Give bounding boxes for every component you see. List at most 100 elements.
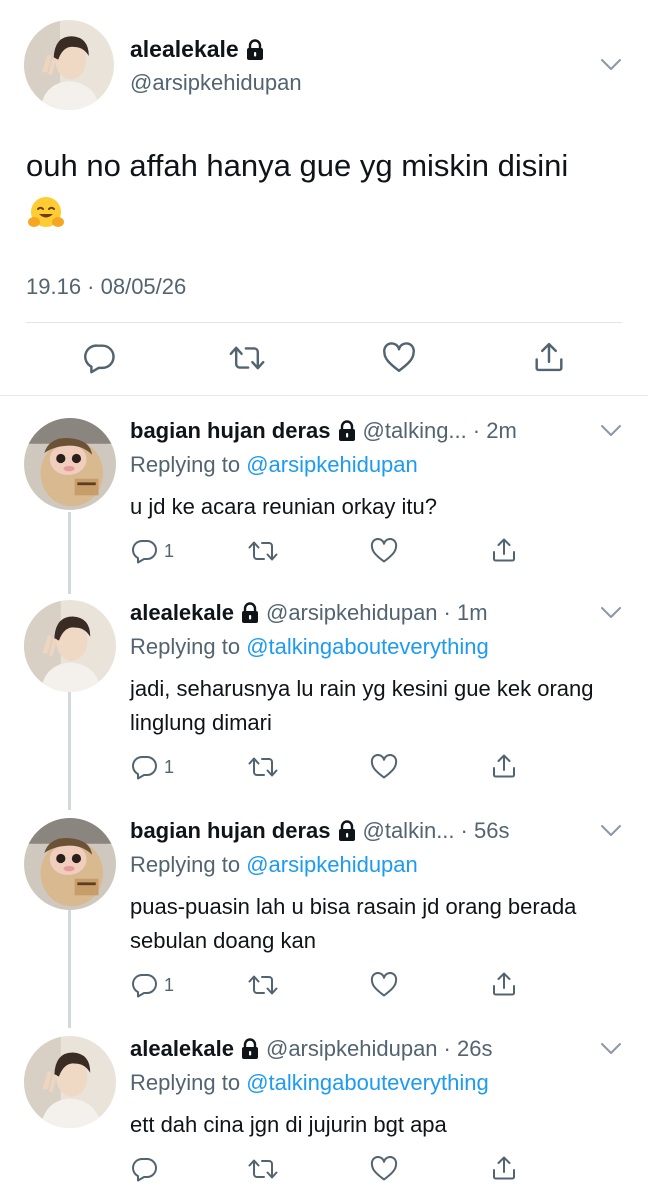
tweet-emoji xyxy=(26,194,66,234)
reply-count: 1 xyxy=(164,540,175,561)
display-name[interactable]: bagian hujan deras xyxy=(130,818,331,844)
share-icon xyxy=(491,970,517,998)
display-name[interactable]: alealekale xyxy=(130,36,239,63)
thread-line xyxy=(68,910,71,1028)
reply-text: jadi, seharusnya lu rain yg kesini gue k… xyxy=(130,676,594,735)
replying-prefix: Replying to xyxy=(130,452,241,477)
like-button[interactable] xyxy=(370,1156,398,1182)
reply-count: 1 xyxy=(164,974,175,995)
reply-button[interactable] xyxy=(84,342,116,374)
reply-time[interactable]: · 1m xyxy=(444,600,488,626)
display-name[interactable]: alealekale xyxy=(130,1036,234,1062)
author-handle[interactable]: @arsipkehidupan xyxy=(266,1036,438,1062)
reply-time[interactable]: · 26s xyxy=(444,1036,493,1062)
retweet-icon xyxy=(248,972,278,998)
like-button[interactable] xyxy=(370,538,398,564)
like-icon xyxy=(370,538,398,564)
tweet-body: ouh no affah hanya gue yg miskin disini xyxy=(26,148,569,183)
reply-time[interactable]: · 2m xyxy=(473,418,517,444)
divider xyxy=(0,395,648,396)
replying-to-link[interactable]: @talkingabouteverything xyxy=(246,634,488,659)
replying-to: Replying to @talkingabouteverything xyxy=(130,634,489,660)
replying-to-link[interactable]: @talkingabouteverything xyxy=(246,1070,488,1095)
replying-to: Replying to @talkingabouteverything xyxy=(130,1070,489,1096)
replying-to-link[interactable]: @arsipkehidupan xyxy=(246,452,418,477)
like-icon xyxy=(382,342,416,374)
like-button[interactable] xyxy=(370,754,398,780)
replying-to: Replying to @arsipkehidupan xyxy=(130,452,418,478)
avatar[interactable] xyxy=(24,1036,116,1128)
comment-icon xyxy=(84,342,116,374)
reply-button[interactable]: 1 xyxy=(132,754,174,780)
retweet-button[interactable] xyxy=(248,972,278,998)
share-icon xyxy=(491,536,517,564)
retweet-button[interactable] xyxy=(248,538,278,564)
reply-header: bagian hujan deras @talking... · 2m xyxy=(130,418,517,444)
reply-text: ett dah cina jgn di jujurin bgt apa xyxy=(130,1112,447,1137)
replying-prefix: Replying to xyxy=(130,852,241,877)
avatar[interactable] xyxy=(24,600,116,692)
author-handle[interactable]: @talking... xyxy=(363,418,467,444)
author-name[interactable]: alealekale xyxy=(130,36,265,63)
replying-prefix: Replying to xyxy=(130,634,241,659)
main-tweet: alealekale @arsipkehidupan ouh no affah … xyxy=(0,0,648,390)
chevron-down-icon[interactable] xyxy=(600,424,622,438)
reply-button[interactable]: 1 xyxy=(132,972,174,998)
author-handle[interactable]: @arsipkehidupan xyxy=(266,600,438,626)
hugging-face-emoji-icon xyxy=(26,194,66,234)
share-button[interactable] xyxy=(491,752,517,780)
lock-icon xyxy=(337,420,357,442)
reply-header: bagian hujan deras @talkin... · 56s xyxy=(130,818,509,844)
tweet-timestamp[interactable]: 19.16 · 08/05/26 xyxy=(26,274,186,300)
divider xyxy=(26,322,622,323)
comment-icon xyxy=(132,538,158,564)
reply-count: 1 xyxy=(164,756,175,777)
like-button[interactable] xyxy=(382,342,416,374)
reply-text: puas-puasin lah u bisa rasain jd orang b… xyxy=(130,894,577,953)
share-button[interactable] xyxy=(491,536,517,564)
retweet-button[interactable] xyxy=(248,754,278,780)
share-icon xyxy=(491,752,517,780)
reply-button[interactable]: 1 xyxy=(132,538,174,564)
replying-to-link[interactable]: @arsipkehidupan xyxy=(246,852,418,877)
retweet-icon xyxy=(248,754,278,780)
reply-time[interactable]: · 56s xyxy=(461,818,510,844)
reply-header: alealekale @arsipkehidupan · 1m xyxy=(130,600,488,626)
chevron-down-icon[interactable] xyxy=(600,1042,622,1056)
avatar[interactable] xyxy=(24,818,116,910)
share-icon xyxy=(491,1154,517,1182)
share-button[interactable] xyxy=(491,970,517,998)
lock-icon xyxy=(240,1038,260,1060)
retweet-icon xyxy=(248,538,278,564)
comment-icon xyxy=(132,972,158,998)
like-button[interactable] xyxy=(370,972,398,998)
share-button[interactable] xyxy=(491,1154,517,1182)
retweet-button[interactable] xyxy=(229,342,265,374)
comment-icon xyxy=(132,754,158,780)
thread-line xyxy=(68,692,71,810)
reply-button[interactable] xyxy=(132,1156,164,1182)
retweet-button[interactable] xyxy=(248,1156,278,1182)
retweet-icon xyxy=(248,1156,278,1182)
display-name[interactable]: bagian hujan deras xyxy=(130,418,331,444)
author-handle[interactable]: @talkin... xyxy=(363,818,455,844)
thread-line xyxy=(68,512,71,594)
avatar[interactable] xyxy=(24,20,114,110)
retweet-icon xyxy=(229,342,265,374)
replying-prefix: Replying to xyxy=(130,1070,241,1095)
lock-icon xyxy=(240,602,260,624)
reply-header: alealekale @arsipkehidupan · 26s xyxy=(130,1036,492,1062)
chevron-down-icon[interactable] xyxy=(600,58,622,72)
share-icon xyxy=(533,340,565,374)
reply-text: u jd ke acara reunian orkay itu? xyxy=(130,494,437,519)
chevron-down-icon[interactable] xyxy=(600,606,622,620)
tweet-text: ouh no affah hanya gue yg miskin disini xyxy=(26,140,606,244)
display-name[interactable]: alealekale xyxy=(130,600,234,626)
lock-icon xyxy=(245,39,265,61)
avatar[interactable] xyxy=(24,418,116,510)
like-icon xyxy=(370,754,398,780)
like-icon xyxy=(370,972,398,998)
share-button[interactable] xyxy=(533,340,565,374)
chevron-down-icon[interactable] xyxy=(600,824,622,838)
author-handle[interactable]: @arsipkehidupan xyxy=(130,70,302,96)
